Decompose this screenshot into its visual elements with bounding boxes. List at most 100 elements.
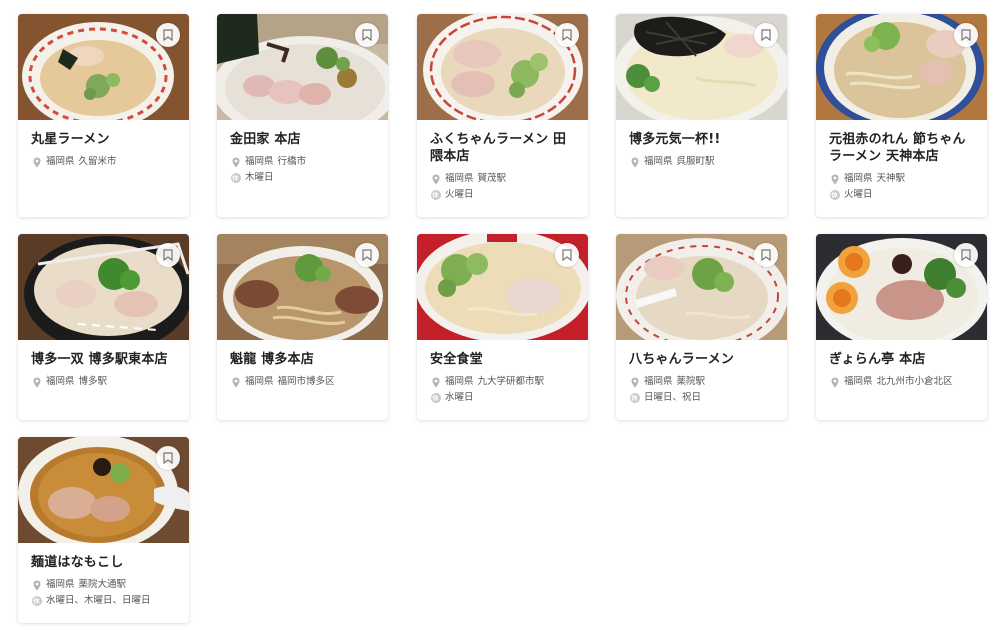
shop-area: 呉服町駅 bbox=[676, 156, 715, 167]
shop-area: 薬院大通駅 bbox=[78, 579, 127, 590]
shop-holiday-text: 火曜日 bbox=[844, 189, 873, 200]
shop-location: 福岡県 行橋市 bbox=[230, 154, 376, 170]
shop-photo bbox=[816, 14, 987, 120]
bookmark-button[interactable] bbox=[754, 243, 778, 267]
shop-photo bbox=[18, 234, 189, 340]
bookmark-icon bbox=[362, 29, 372, 41]
shop-prefecture: 福岡県 bbox=[46, 376, 75, 387]
shop-name: 博多一双 博多駅東本店 bbox=[31, 352, 168, 367]
shop-name: 元祖赤のれん 節ちゃんラーメン 天神本店 bbox=[829, 132, 966, 164]
shop-photo bbox=[217, 14, 388, 120]
bookmark-icon bbox=[562, 249, 572, 261]
bookmark-icon bbox=[761, 249, 771, 261]
shop-holiday-text: 木曜日 bbox=[245, 172, 274, 183]
shop-location: 福岡県 薬院大通駅 bbox=[31, 577, 177, 593]
shop-area: 行橋市 bbox=[277, 156, 307, 167]
bookmark-icon bbox=[961, 29, 971, 41]
shop-area: 久留米市 bbox=[78, 156, 117, 167]
shop-card-grid: 丸星ラーメン 福岡県 久留米市 金田家 本店 福岡県 行橋市 休 木曜日 ふくち… bbox=[0, 0, 1000, 630]
bookmark-button[interactable] bbox=[954, 243, 978, 267]
shop-photo bbox=[417, 234, 588, 340]
bookmark-button[interactable] bbox=[754, 23, 778, 47]
holiday-badge-icon: 休 bbox=[629, 393, 640, 403]
shop-photo bbox=[616, 234, 787, 340]
shop-name: 八ちゃんラーメン bbox=[629, 352, 735, 367]
shop-photo bbox=[217, 234, 388, 340]
holiday-badge-icon: 休 bbox=[430, 190, 441, 200]
shop-location: 福岡県 九大学研都市駅 bbox=[430, 374, 576, 390]
shop-holiday: 休 水曜日、木曜日、日曜日 bbox=[31, 593, 177, 609]
bookmark-icon bbox=[163, 29, 173, 41]
shop-card[interactable]: 元祖赤のれん 節ちゃんラーメン 天神本店 福岡県 天神駅 休 火曜日 bbox=[816, 14, 987, 217]
shop-photo bbox=[18, 437, 189, 543]
shop-holiday-text: 水曜日 bbox=[445, 392, 474, 403]
shop-prefecture: 福岡県 bbox=[245, 156, 274, 167]
shop-location: 福岡県 薬院駅 bbox=[629, 374, 775, 390]
shop-card[interactable]: 魁龍 博多本店 福岡県 福岡市博多区 bbox=[217, 234, 388, 420]
bookmark-button[interactable] bbox=[954, 23, 978, 47]
shop-prefecture: 福岡県 bbox=[844, 376, 873, 387]
shop-area: 博多駅 bbox=[78, 376, 108, 387]
shop-location: 福岡県 呉服町駅 bbox=[629, 154, 775, 170]
bookmark-button[interactable] bbox=[555, 243, 579, 267]
shop-holiday: 休 火曜日 bbox=[829, 187, 975, 203]
bookmark-button[interactable] bbox=[355, 23, 379, 47]
shop-card[interactable]: 博多一双 博多駅東本店 福岡県 博多駅 bbox=[18, 234, 189, 420]
shop-card[interactable]: 麺道はなもこし 福岡県 薬院大通駅 休 水曜日、木曜日、日曜日 bbox=[18, 437, 189, 623]
map-pin-icon bbox=[430, 174, 441, 185]
shop-photo bbox=[816, 234, 987, 340]
bookmark-button[interactable] bbox=[156, 446, 180, 470]
shop-prefecture: 福岡県 bbox=[844, 173, 873, 184]
shop-area: 福岡市博多区 bbox=[277, 376, 335, 387]
map-pin-icon bbox=[430, 377, 441, 388]
bookmark-button[interactable] bbox=[156, 23, 180, 47]
shop-area: 賀茂駅 bbox=[477, 173, 507, 184]
shop-location: 福岡県 福岡市博多区 bbox=[230, 374, 376, 390]
shop-name: ふくちゃんラーメン 田隈本店 bbox=[430, 132, 567, 164]
shop-name: 丸星ラーメン bbox=[31, 132, 110, 147]
shop-card[interactable]: 八ちゃんラーメン 福岡県 薬院駅 休 日曜日、祝日 bbox=[616, 234, 787, 420]
bookmark-button[interactable] bbox=[355, 243, 379, 267]
map-pin-icon bbox=[230, 157, 241, 168]
bookmark-icon bbox=[961, 249, 971, 261]
shop-card[interactable]: ぎょらん亭 本店 福岡県 北九州市小倉北区 bbox=[816, 234, 987, 420]
shop-prefecture: 福岡県 bbox=[46, 579, 75, 590]
bookmark-button[interactable] bbox=[156, 243, 180, 267]
holiday-badge-icon: 休 bbox=[230, 173, 241, 183]
shop-holiday-text: 火曜日 bbox=[445, 189, 474, 200]
shop-holiday: 休 火曜日 bbox=[430, 187, 576, 203]
shop-prefecture: 福岡県 bbox=[245, 376, 274, 387]
holiday-badge-icon: 休 bbox=[829, 190, 840, 200]
shop-name: 安全食堂 bbox=[430, 352, 483, 367]
shop-holiday: 休 木曜日 bbox=[230, 170, 376, 186]
shop-location: 福岡県 賀茂駅 bbox=[430, 171, 576, 187]
bookmark-icon bbox=[163, 249, 173, 261]
shop-location: 福岡県 博多駅 bbox=[31, 374, 177, 390]
bookmark-icon bbox=[761, 29, 771, 41]
map-pin-icon bbox=[829, 174, 840, 185]
holiday-badge-icon: 休 bbox=[31, 596, 42, 606]
map-pin-icon bbox=[629, 377, 640, 388]
shop-card[interactable]: 博多元気一杯!! 福岡県 呉服町駅 bbox=[616, 14, 787, 217]
shop-card[interactable]: 丸星ラーメン 福岡県 久留米市 bbox=[18, 14, 189, 217]
bookmark-icon bbox=[562, 29, 572, 41]
shop-card[interactable]: 安全食堂 福岡県 九大学研都市駅 休 水曜日 bbox=[417, 234, 588, 420]
shop-location: 福岡県 久留米市 bbox=[31, 154, 177, 170]
map-pin-icon bbox=[230, 377, 241, 388]
shop-photo bbox=[417, 14, 588, 120]
map-pin-icon bbox=[31, 377, 42, 388]
shop-prefecture: 福岡県 bbox=[644, 156, 673, 167]
shop-area: 北九州市小倉北区 bbox=[876, 376, 953, 387]
shop-prefecture: 福岡県 bbox=[445, 173, 474, 184]
shop-area: 天神駅 bbox=[876, 173, 906, 184]
shop-name: 魁龍 博多本店 bbox=[230, 352, 314, 367]
shop-location: 福岡県 北九州市小倉北区 bbox=[829, 374, 975, 390]
shop-name: 麺道はなもこし bbox=[31, 555, 124, 570]
shop-name: 金田家 本店 bbox=[230, 132, 301, 147]
shop-location: 福岡県 天神駅 bbox=[829, 171, 975, 187]
bookmark-button[interactable] bbox=[555, 23, 579, 47]
shop-holiday: 休 日曜日、祝日 bbox=[629, 390, 775, 406]
map-pin-icon bbox=[31, 157, 42, 168]
shop-card[interactable]: ふくちゃんラーメン 田隈本店 福岡県 賀茂駅 休 火曜日 bbox=[417, 14, 588, 217]
shop-card[interactable]: 金田家 本店 福岡県 行橋市 休 木曜日 bbox=[217, 14, 388, 217]
